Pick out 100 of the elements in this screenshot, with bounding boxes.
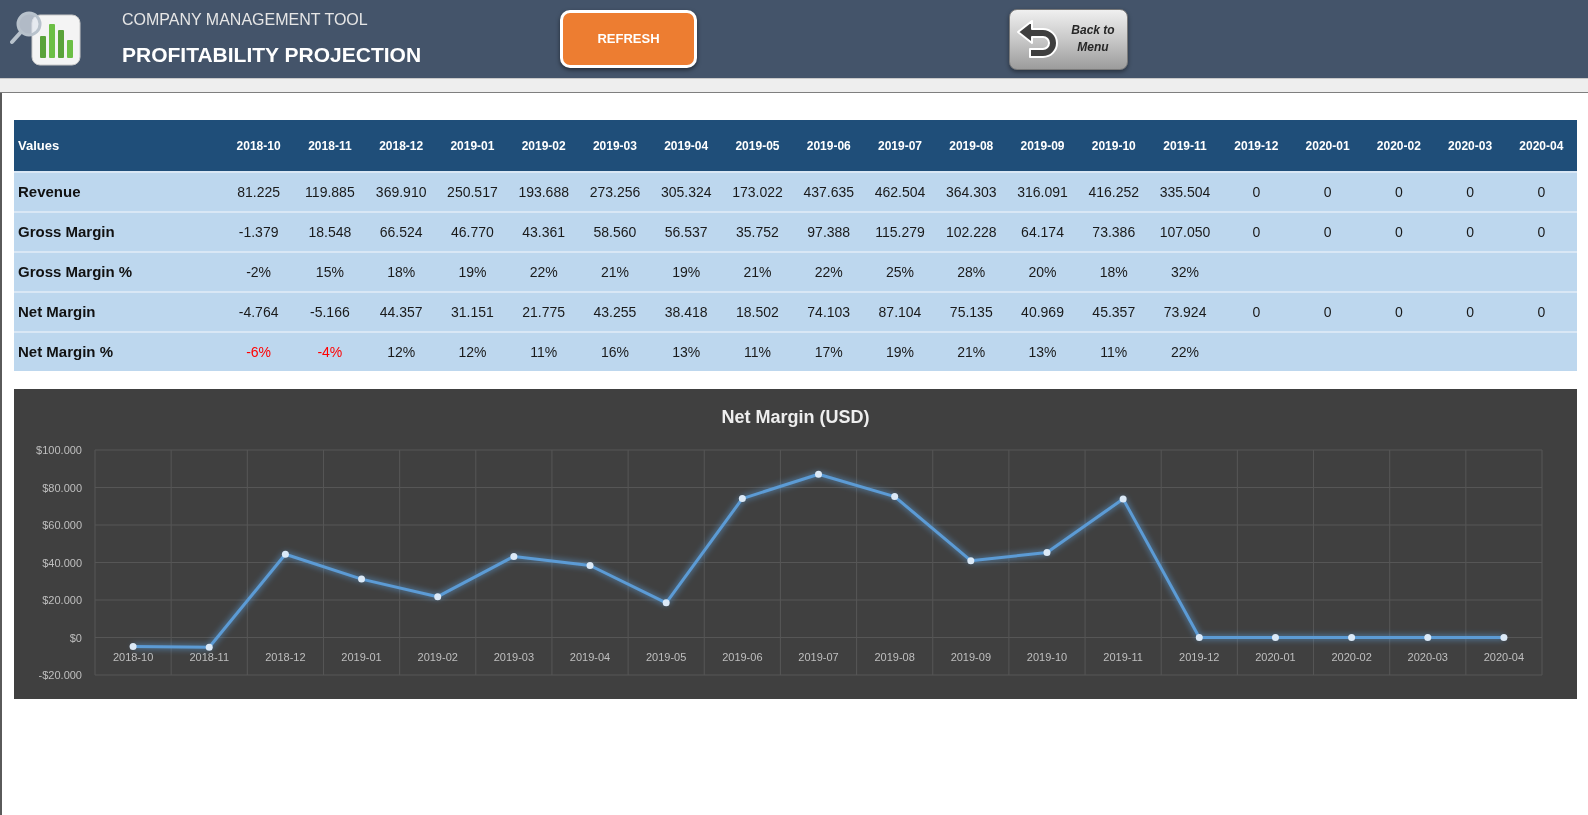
column-header: 2020-01 [1304, 137, 1351, 155]
table-cell-text: 0 [1465, 182, 1475, 202]
column-header: 2019-06 [805, 137, 852, 155]
table-cell-text: 74.103 [806, 302, 852, 322]
row-label: Net Margin % [17, 341, 114, 362]
table-cell-text: -1.379 [237, 222, 280, 242]
table-cell-text: 15% [314, 262, 345, 282]
data-point [891, 493, 899, 501]
table-cell-text: 22% [528, 262, 559, 282]
back-to-menu-button[interactable]: Back to Menu [1009, 8, 1128, 70]
table-cell-text: 21.775 [521, 302, 567, 322]
table-cell-text: 21% [742, 262, 773, 282]
table-cell-text: 66.524 [378, 222, 424, 242]
table-cell-text: 0 [1393, 182, 1404, 202]
column-header: 2019-03 [591, 137, 638, 155]
column-header: 2019-07 [876, 137, 923, 155]
table-cell-text: 107.050 [1158, 222, 1212, 242]
table-cell-text: 18.548 [307, 222, 353, 242]
y-axis-label: -$20.000 [38, 669, 82, 681]
table-cell-text: -5.166 [309, 302, 351, 322]
table-cell-text: 25% [884, 262, 915, 282]
table-cell-text: -4.764 [237, 302, 280, 322]
table-cell-text: 0 [1322, 302, 1333, 322]
x-axis-label: 2020-04 [1483, 651, 1525, 663]
column-header: 2019-09 [1019, 137, 1066, 155]
table-cell-text: -2% [245, 262, 273, 282]
column-header: 2019-05 [734, 137, 781, 155]
data-point [1271, 634, 1279, 641]
table-cell-text: 250.517 [446, 182, 499, 202]
column-header: 2018-10 [235, 137, 282, 155]
table-cell-text: 173.022 [731, 182, 784, 202]
column-header: 2019-10 [1090, 137, 1137, 155]
x-axis-label: 2019-04 [569, 651, 611, 663]
table-cell-text: 22% [813, 262, 844, 282]
table-cell-text: 31.151 [450, 302, 495, 322]
table-cell-text: 97.388 [806, 222, 852, 242]
row-label: Gross Margin % [17, 261, 134, 282]
x-axis-label: 2020-03 [1407, 651, 1448, 663]
data-point [1500, 634, 1508, 641]
x-axis-label: 2019-03 [493, 651, 535, 663]
table-cell-text: 316.091 [1016, 182, 1069, 202]
table-cell-text: 19% [671, 262, 702, 282]
table-cell-text: 115.279 [874, 222, 926, 242]
table-cell-text: 11% [529, 342, 559, 362]
data-point [1424, 634, 1432, 641]
table-cell-text: 73.386 [1091, 222, 1137, 242]
table-cell-text: 18% [1098, 262, 1129, 282]
table-cell-text: 35.752 [735, 222, 780, 242]
x-axis-label: 2019-02 [417, 651, 458, 663]
table-cell-text: 437.635 [802, 182, 856, 202]
table-cell-text: 0 [1393, 302, 1404, 322]
table-cell-text: 19% [457, 262, 488, 282]
x-axis-label: 2020-01 [1255, 651, 1296, 663]
x-axis-label: 2019-06 [722, 651, 763, 663]
table-cell-text: 44.357 [378, 302, 424, 322]
table-cell-text: 87.104 [877, 302, 923, 322]
table-cell-text: -4% [316, 342, 344, 362]
table-cell-text: 0 [1465, 302, 1475, 322]
table-cell-text: 193.688 [517, 182, 570, 202]
data-point [510, 552, 518, 560]
app-subtitle: COMPANY MANAGEMENT TOOL [122, 10, 369, 30]
table-cell-text: 0 [1322, 182, 1333, 202]
row-label: Gross Margin [17, 221, 116, 242]
table-cell-text: 73.924 [1162, 302, 1208, 322]
data-point [586, 561, 594, 569]
logo-icon [10, 10, 82, 68]
table-cell-text: 18.502 [735, 302, 780, 322]
table-cell-text: 335.504 [1158, 182, 1212, 202]
data-point [1195, 634, 1203, 641]
data-point [281, 550, 289, 558]
column-header: 2019-04 [663, 137, 710, 155]
data-point [967, 557, 975, 565]
table-cell-text: 0 [1536, 302, 1547, 322]
data-point [358, 575, 366, 583]
y-axis-label: $20.000 [42, 594, 82, 606]
table-cell-text: 28% [956, 262, 987, 282]
u-turn-arrow-icon [1016, 18, 1060, 60]
table-cell-text: 46.770 [450, 222, 495, 242]
x-axis-label: 2019-08 [874, 651, 915, 663]
x-axis-label: 2018-12 [265, 651, 306, 663]
table-cell-text: 462.504 [873, 182, 927, 202]
table-cell-text: 22% [1170, 342, 1201, 362]
column-header: 2019-01 [449, 137, 496, 155]
x-axis-label: 2019-09 [950, 651, 991, 663]
x-axis-label: 2019-11 [1103, 651, 1143, 663]
data-point [1348, 634, 1356, 641]
table-cell-text: 305.324 [659, 182, 713, 202]
table-cell-text: 12% [386, 342, 417, 362]
table-cell-text: 45.357 [1091, 302, 1137, 322]
table-cell-text: 0 [1536, 182, 1547, 202]
table-cell-text: 0 [1465, 222, 1475, 242]
table-cell-text: 43.361 [521, 222, 567, 242]
table-cell-text: 32% [1170, 262, 1201, 282]
table-cell-text: 13% [1027, 342, 1058, 362]
x-axis-label: 2019-07 [798, 651, 839, 663]
table-cell-text: 18% [386, 262, 417, 282]
x-axis-label: 2019-10 [1026, 651, 1068, 663]
column-header: Values [17, 136, 61, 155]
column-header: 2019-02 [520, 137, 567, 155]
y-axis-label: $100.000 [36, 444, 82, 456]
